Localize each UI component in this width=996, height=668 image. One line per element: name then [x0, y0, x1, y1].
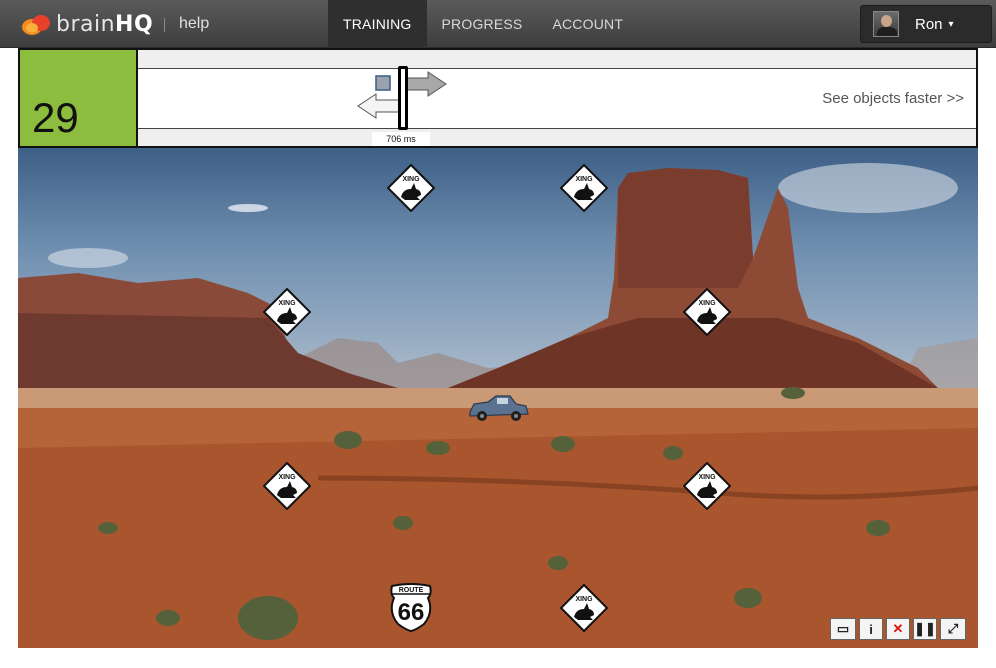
xing-rabbit-sign-icon[interactable]: XING: [560, 164, 608, 212]
sign-label: XING: [698, 474, 716, 481]
speed-ms-label: 706 ms: [372, 132, 430, 146]
see-objects-faster-hint: See objects faster >>: [822, 90, 964, 107]
chevron-down-icon: ▾: [948, 18, 954, 30]
logo-text-brain: brain: [56, 11, 116, 37]
brainhq-logo[interactable]: brainHQ: [20, 10, 153, 38]
game-scene[interactable]: XING XING XING XING XING XING XING ROUTE…: [18, 148, 978, 648]
xing-rabbit-sign-icon[interactable]: XING: [387, 164, 435, 212]
top-nav-bar: brainHQ help TRAINING PROGRESS ACCOUNT R…: [0, 0, 996, 48]
window-mode-button[interactable]: ▭: [830, 618, 856, 640]
sign-label: XING: [278, 300, 296, 307]
speed-band-bottom: [138, 128, 976, 146]
user-name: Ron: [915, 15, 943, 33]
xing-rabbit-sign-icon[interactable]: XING: [683, 462, 731, 510]
speed-slider-handle[interactable]: [398, 66, 408, 130]
logo-text-hq: HQ: [115, 11, 154, 37]
vintage-car-icon[interactable]: [466, 392, 530, 422]
xing-rabbit-sign-icon[interactable]: XING: [560, 584, 608, 632]
route-sign-number: 66: [398, 599, 425, 626]
main-nav: TRAINING PROGRESS ACCOUNT: [328, 0, 638, 48]
brain-logo-icon: [20, 11, 52, 37]
logo-text: brainHQ: [56, 12, 153, 37]
user-menu-button[interactable]: Ron ▾: [860, 5, 992, 43]
xing-rabbit-sign-icon[interactable]: XING: [683, 288, 731, 336]
route-66-sign-icon[interactable]: ROUTE 66: [386, 582, 436, 632]
nav-divider: [164, 18, 165, 32]
pause-button[interactable]: ❚❚: [913, 618, 937, 640]
nav-progress[interactable]: PROGRESS: [427, 0, 538, 48]
sign-label: XING: [402, 176, 420, 183]
xing-rabbit-sign-icon[interactable]: XING: [263, 288, 311, 336]
info-button[interactable]: i: [859, 618, 883, 640]
score-box: 29: [20, 50, 138, 146]
nav-account[interactable]: ACCOUNT: [537, 0, 638, 48]
nav-training[interactable]: TRAINING: [328, 0, 427, 48]
score-value: 29: [32, 94, 79, 141]
help-link[interactable]: help: [179, 15, 209, 33]
route-sign-top: ROUTE: [399, 587, 424, 594]
fullscreen-button[interactable]: ⤢: [940, 618, 966, 640]
speed-meter: 706 ms See objects faster >>: [138, 50, 976, 146]
speed-band-top: [138, 50, 976, 69]
sign-label: XING: [575, 596, 593, 603]
sign-label: XING: [278, 474, 296, 481]
xing-rabbit-sign-icon[interactable]: XING: [263, 462, 311, 510]
game-controls: ▭ i ✕ ❚❚ ⤢: [830, 618, 966, 640]
close-game-button[interactable]: ✕: [886, 618, 910, 640]
sign-label: XING: [698, 300, 716, 307]
avatar: [873, 11, 899, 37]
game-status-strip: 29 706 ms See objects faster >>: [18, 48, 978, 148]
sign-label: XING: [575, 176, 593, 183]
